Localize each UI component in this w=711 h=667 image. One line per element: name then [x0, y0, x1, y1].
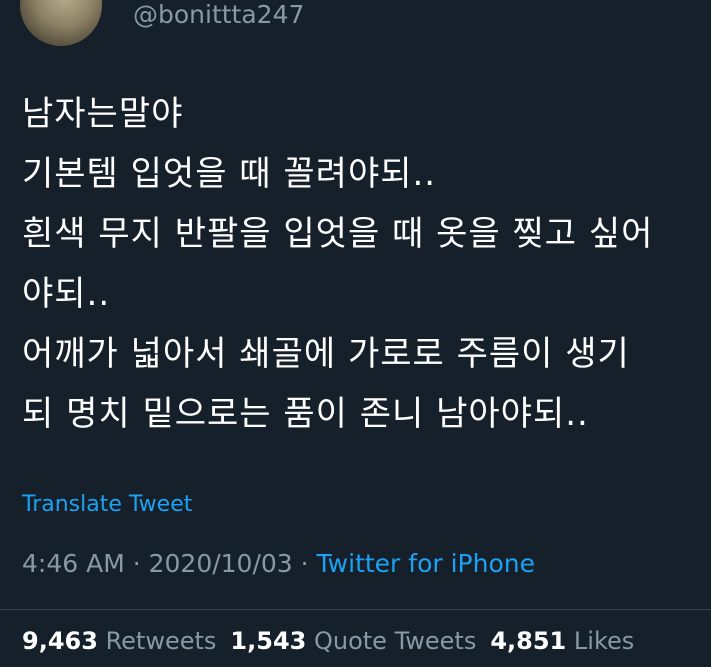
meta-separator: · — [292, 549, 317, 578]
divider — [0, 609, 711, 610]
tweet-stats: 9,463 Retweets 1,543 Quote Tweets 4,851 Li… — [22, 624, 648, 658]
likes-stat[interactable]: 4,851 Likes — [490, 624, 634, 658]
tweet-text-line: 기본템 입엇을 때 꼴려야되.. — [22, 154, 437, 194]
author-handle[interactable]: @bonittta247 — [133, 0, 304, 32]
tweet-meta: 4:46 AM · 2020/10/03 · Twitter for iPhon… — [22, 547, 535, 581]
tweet-text-line: 야되.. — [22, 274, 111, 314]
retweets-stat[interactable]: 9,463 Retweets — [22, 624, 216, 658]
tweet-text-line: 남자는말야 — [22, 94, 184, 134]
tweet-text-line: 흰색 무지 반팔을 입엇을 때 옷을 찢고 싶어 — [22, 214, 654, 254]
tweet-time: 4:46 AM — [22, 549, 125, 578]
tweet-text-line: 되 명치 밑으로는 품이 존니 남아야되.. — [22, 394, 589, 434]
quote-tweets-label: Quote Tweets — [313, 627, 477, 655]
author-avatar[interactable] — [20, 0, 102, 46]
translate-tweet-link[interactable]: Translate Tweet — [22, 490, 192, 520]
quote-tweets-stat[interactable]: 1,543 Quote Tweets — [230, 624, 476, 658]
retweets-count: 9,463 — [22, 627, 98, 655]
tweet-date: 2020/10/03 — [148, 549, 293, 578]
quote-tweets-count: 1,543 — [230, 627, 307, 655]
tweet-text-line: 어깨가 넓아서 쇄골에 가로로 주름이 생기 — [22, 334, 630, 374]
meta-separator: · — [124, 549, 149, 578]
tweet-text: 남자는말야 기본템 입엇을 때 꼴려야되.. 흰색 무지 반팔을 입엇을 때 옷… — [22, 84, 702, 444]
tweet-source-link[interactable]: Twitter for iPhone — [317, 549, 535, 578]
likes-label: Likes — [573, 627, 635, 655]
likes-count: 4,851 — [490, 627, 567, 655]
retweets-label: Retweets — [105, 627, 217, 655]
